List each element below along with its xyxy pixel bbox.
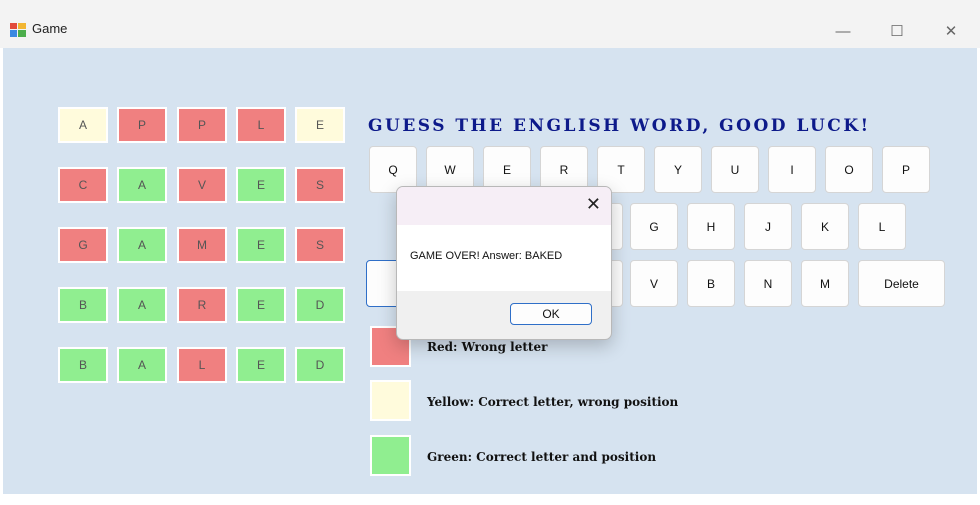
legend-label-green: Green: Correct letter and position (427, 450, 657, 464)
legend-swatch-yellow (370, 380, 411, 421)
key-k[interactable]: K (801, 203, 849, 250)
board-tile: L (236, 107, 286, 143)
legend-label-yellow: Yellow: Correct letter, wrong position (427, 395, 679, 409)
key-m[interactable]: M (801, 260, 849, 307)
board-tile: A (117, 347, 167, 383)
dialog-titlebar: ✕ (397, 187, 611, 225)
close-icon: ✕ (944, 23, 958, 40)
board-tile: E (295, 107, 345, 143)
key-j[interactable]: J (744, 203, 792, 250)
game-heading: GUESS THE ENGLISH WORD, GOOD LUCK! (368, 116, 871, 136)
board-tile: A (117, 167, 167, 203)
board-tile: E (236, 347, 286, 383)
window-title: Game (32, 21, 68, 36)
window-titlebar: Game — ☐ ✕ (0, 0, 980, 48)
board-tile: P (177, 107, 227, 143)
board-tile: D (295, 347, 345, 383)
maximize-button[interactable]: ☐ (874, 16, 920, 46)
board-tile: E (236, 287, 286, 323)
key-y[interactable]: Y (654, 146, 702, 193)
dialog-message: GAME OVER! Answer: BAKED (410, 250, 563, 262)
key-v[interactable]: V (630, 260, 678, 307)
legend-label-red: Red: Wrong letter (427, 340, 548, 354)
board-tile: S (295, 167, 345, 203)
key-o[interactable]: O (825, 146, 873, 193)
board-tile: R (177, 287, 227, 323)
key-h[interactable]: H (687, 203, 735, 250)
board-tile: S (295, 227, 345, 263)
minimize-button[interactable]: — (820, 16, 866, 46)
minimize-icon: — (835, 22, 851, 40)
board-tile: L (177, 347, 227, 383)
board-tile: G (58, 227, 108, 263)
delete-button[interactable]: Delete (858, 260, 945, 307)
maximize-icon: ☐ (890, 23, 904, 40)
dialog-body: GAME OVER! Answer: BAKED (397, 225, 611, 291)
board-tile: B (58, 287, 108, 323)
board-tile: E (236, 167, 286, 203)
board-tile: V (177, 167, 227, 203)
key-g[interactable]: G (630, 203, 678, 250)
board-tile: M (177, 227, 227, 263)
key-u[interactable]: U (711, 146, 759, 193)
board-tile: B (58, 347, 108, 383)
ok-button[interactable]: OK (510, 303, 592, 325)
board-tile: A (117, 287, 167, 323)
dialog-close-icon[interactable]: ✕ (586, 194, 601, 215)
app-icon (10, 23, 26, 37)
close-window-button[interactable]: ✕ (928, 16, 974, 46)
key-p[interactable]: P (882, 146, 930, 193)
key-i[interactable]: I (768, 146, 816, 193)
key-n[interactable]: N (744, 260, 792, 307)
key-b[interactable]: B (687, 260, 735, 307)
board-tile: P (117, 107, 167, 143)
game-over-dialog: ✕ GAME OVER! Answer: BAKED OK (396, 186, 612, 340)
board-tile: A (117, 227, 167, 263)
legend-swatch-green (370, 435, 411, 476)
board-tile: C (58, 167, 108, 203)
board-tile: D (295, 287, 345, 323)
board-tile: E (236, 227, 286, 263)
board-tile: A (58, 107, 108, 143)
key-l[interactable]: L (858, 203, 906, 250)
